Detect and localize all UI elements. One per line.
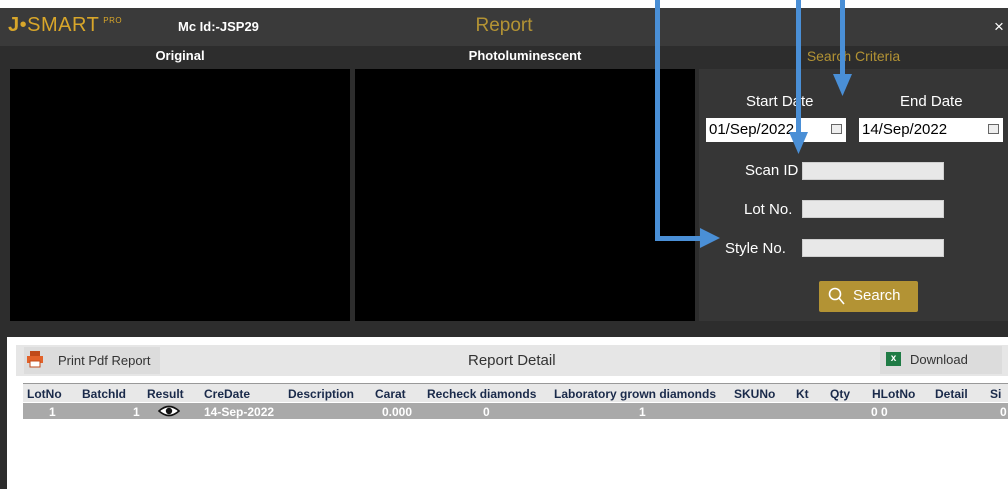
arrow-right-icon (700, 228, 720, 248)
column-header[interactable]: Result (147, 387, 184, 401)
printer-icon (27, 351, 43, 368)
column-header[interactable]: SKUNo (734, 387, 775, 401)
download-button[interactable]: x Download (880, 346, 1002, 374)
search-criteria-header: Search Criteria (806, 48, 901, 64)
end-date-picker[interactable]: 14/Sep/2022 (859, 118, 1003, 142)
annotation-arrow-line (655, 236, 703, 241)
annotation-arrow-line (840, 0, 845, 76)
column-header[interactable]: Recheck diamonds (427, 387, 536, 401)
calendar-icon (831, 124, 842, 134)
table-row[interactable]: 1 1 14-Sep-2022 0.000 0 1 0 0 0 (23, 403, 1008, 419)
cell-hlotno: 0 0 (871, 405, 888, 419)
column-header[interactable]: Description (288, 387, 354, 401)
print-pdf-button[interactable]: Print Pdf Report (24, 347, 160, 374)
lot-no-label: Lot No. (744, 201, 793, 218)
excel-icon: x (886, 352, 901, 366)
column-header[interactable]: Carat (375, 387, 406, 401)
cell-lotno: 1 (49, 405, 56, 419)
start-date-label: Start Date (746, 93, 814, 110)
style-no-label: Style No. (725, 240, 786, 257)
column-header[interactable]: Qty (830, 387, 850, 401)
scan-id-input[interactable] (802, 162, 944, 180)
table-header: LotNo BatchId Result CreDate Description… (23, 384, 1008, 402)
cell-batchid: 1 (133, 405, 140, 419)
cell-credate: 14-Sep-2022 (204, 405, 275, 419)
annotation-arrow-line (655, 0, 660, 241)
annotation-arrow-line (796, 0, 801, 135)
style-no-input[interactable] (802, 239, 944, 257)
column-header[interactable]: BatchId (82, 387, 126, 401)
search-button[interactable]: Search (819, 281, 918, 312)
arrow-down-icon (833, 74, 852, 96)
search-icon (828, 287, 845, 305)
column-header[interactable]: Detail (935, 387, 968, 401)
cell-carat: 0.000 (382, 405, 413, 419)
start-date-picker[interactable]: 01/Sep/2022 (706, 118, 846, 142)
lot-no-input[interactable] (802, 200, 944, 218)
original-header: Original (155, 48, 205, 63)
report-table: LotNo BatchId Result CreDate Description… (23, 383, 1008, 490)
photoluminescent-image-view (355, 69, 695, 321)
original-image-view (10, 69, 350, 321)
title-bar: J•SMART PRO Mc Id:-JSP29 Report × (0, 8, 1008, 46)
close-icon[interactable]: × (994, 17, 1004, 37)
report-detail-title: Report Detail (468, 352, 556, 369)
arrow-down-icon (789, 132, 808, 154)
calendar-icon (988, 124, 999, 134)
column-header[interactable]: HLotNo (872, 387, 915, 401)
scan-id-label: Scan ID (745, 162, 799, 179)
column-header[interactable]: LotNo (27, 387, 62, 401)
column-header[interactable]: Kt (796, 387, 809, 401)
column-header[interactable]: Si (990, 387, 1001, 401)
eye-icon[interactable] (158, 404, 180, 418)
column-header[interactable]: Laboratory grown diamonds (554, 387, 716, 401)
window-title: Report (475, 15, 533, 36)
column-header[interactable]: CreDate (204, 387, 250, 401)
cell-recheck: 0 (483, 405, 490, 419)
cell-si: 0 (1000, 405, 1007, 419)
cell-lab-grown: 1 (639, 405, 646, 419)
photoluminescent-header: Photoluminescent (468, 48, 582, 63)
end-date-label: End Date (900, 93, 963, 110)
